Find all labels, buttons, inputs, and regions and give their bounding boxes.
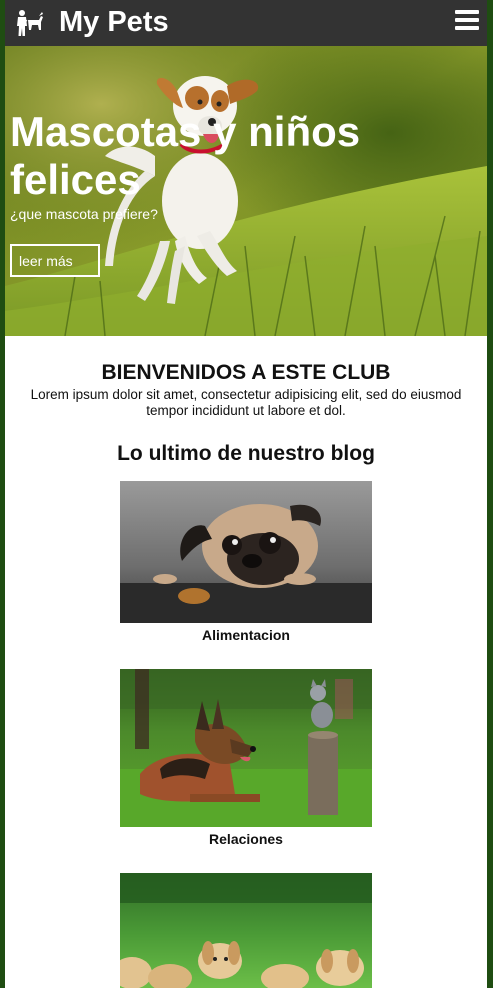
post-caption[interactable]: Alimentacion xyxy=(120,627,372,643)
pets-logo-icon[interactable] xyxy=(13,8,45,38)
brand-title[interactable]: My Pets xyxy=(59,5,169,39)
welcome-text: Lorem ipsum dolor sit amet, consectetur … xyxy=(30,387,462,418)
read-more-button[interactable]: leer más xyxy=(10,244,100,277)
hero-banner: Mascotas y niños felices ¿que mascota pr… xyxy=(5,46,487,336)
welcome-title: BIENVENIDOS A ESTE CLUB xyxy=(101,361,391,384)
hamburger-menu-icon[interactable] xyxy=(455,10,479,32)
blog-post-card[interactable]: Alimentacion xyxy=(120,481,372,643)
blog-post-card[interactable]: Relaciones xyxy=(120,669,372,847)
german-shepherd-and-kitten-image[interactable] xyxy=(120,669,372,827)
page: My Pets Mascotas y niños felices ¿que ma… xyxy=(5,0,487,988)
hero-title: Mascotas y niños felices xyxy=(10,108,361,203)
blog-section-title: Lo ultimo de nuestro blog xyxy=(117,442,375,465)
pug-with-cookie-image[interactable] xyxy=(120,481,372,623)
hero-subtitle: ¿que mascota prefiere? xyxy=(10,206,158,222)
blog-post-card[interactable] xyxy=(120,873,372,988)
puppies-on-grass-image[interactable] xyxy=(120,873,372,988)
post-caption[interactable]: Relaciones xyxy=(120,831,372,847)
navbar: My Pets xyxy=(5,0,487,46)
